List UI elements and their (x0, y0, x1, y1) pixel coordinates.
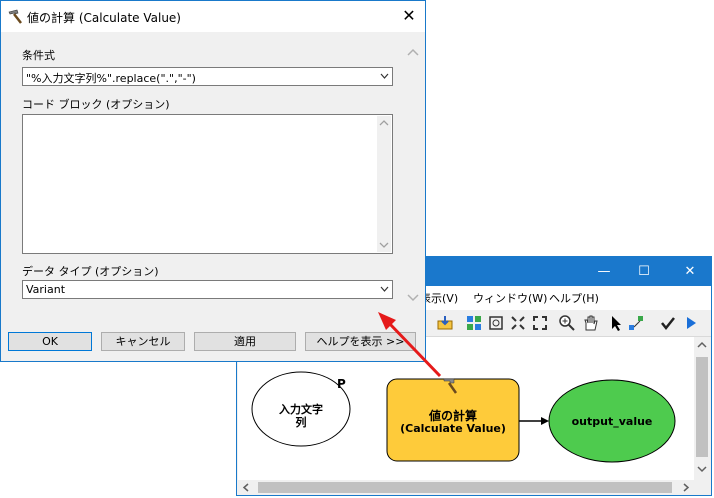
annotation-arrow (378, 312, 442, 378)
annotation-arrow-line (386, 320, 442, 378)
